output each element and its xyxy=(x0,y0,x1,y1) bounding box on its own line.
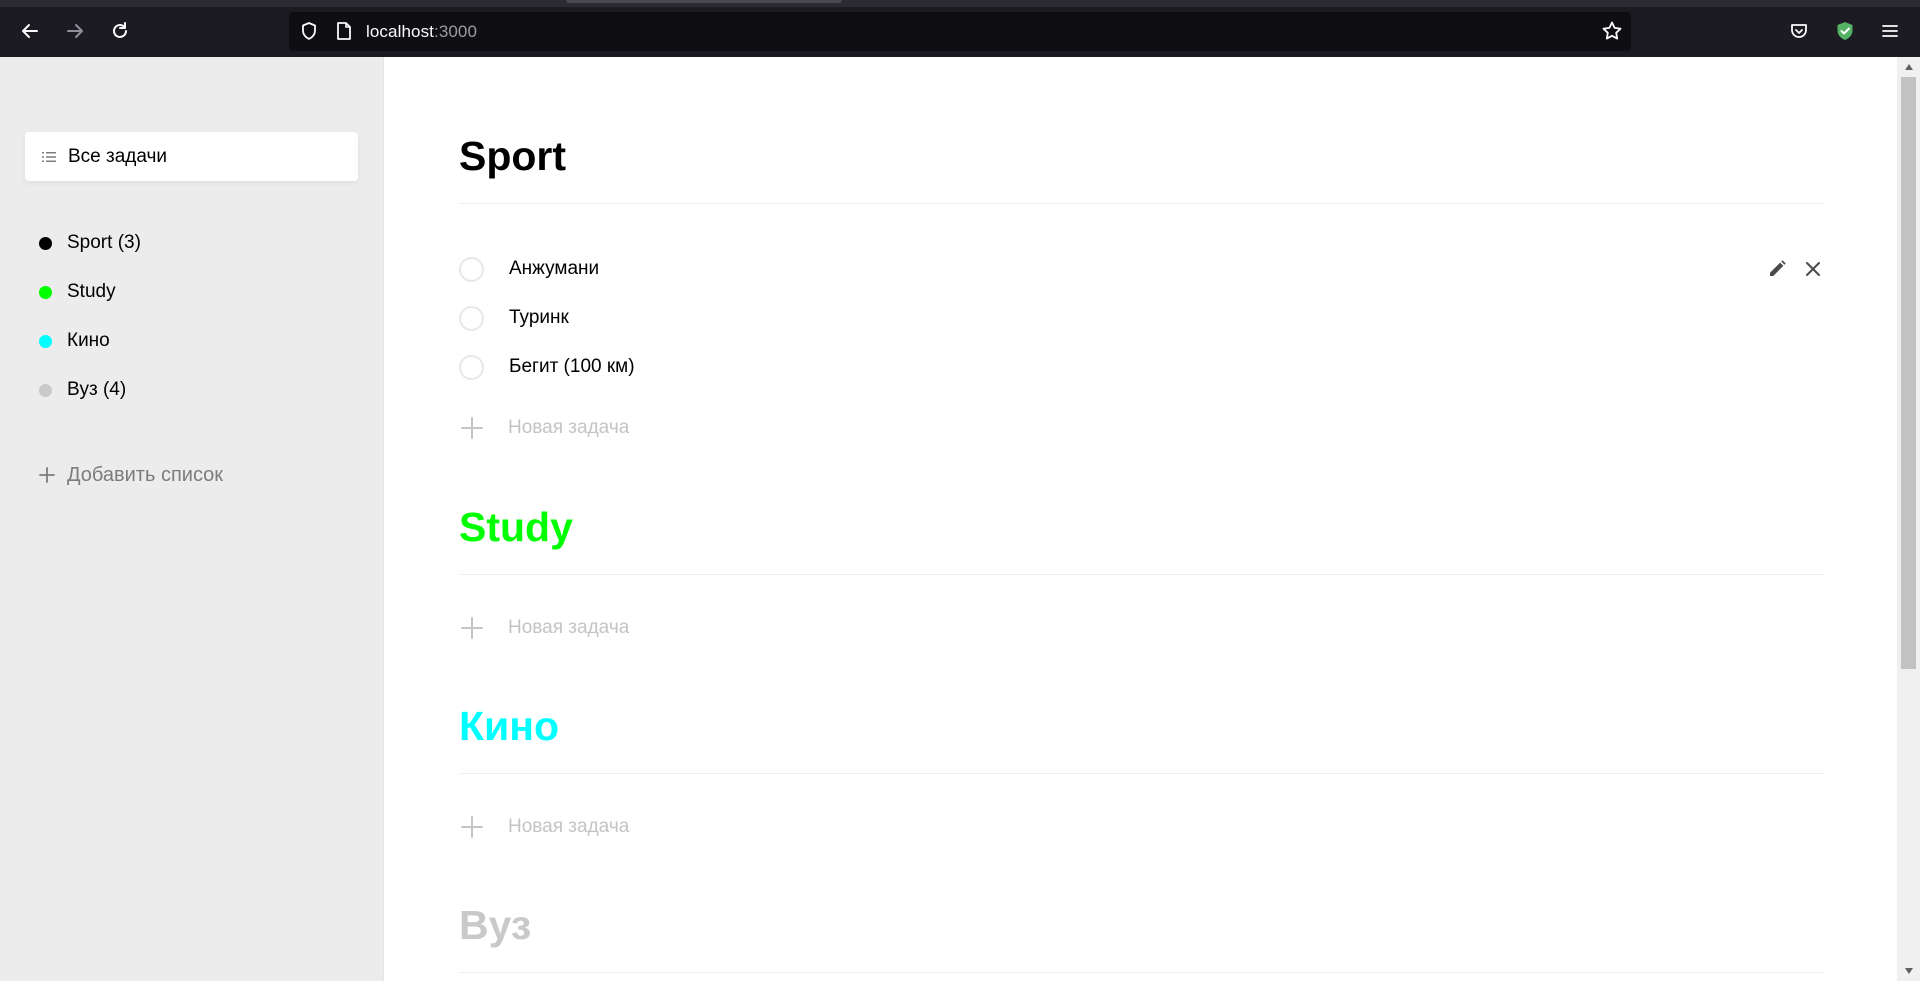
new-task-button[interactable]: Новая задача xyxy=(459,812,629,842)
all-tasks-button[interactable]: Все задачи xyxy=(25,132,358,181)
back-arrow-icon xyxy=(22,24,38,38)
reload-button[interactable] xyxy=(105,16,135,46)
section-title[interactable]: Кино xyxy=(459,701,1825,751)
task-text: Бегит (100 км) xyxy=(509,356,635,377)
new-task-label: Новая задача xyxy=(508,617,630,638)
pencil-icon xyxy=(1770,260,1786,276)
plus-icon xyxy=(461,617,483,639)
sidebar-item-label: Вуз (4) xyxy=(67,379,127,400)
tracking-protection-button[interactable] xyxy=(297,19,321,43)
active-tab-indicator[interactable] xyxy=(566,0,842,3)
browser-toolbar: localhost:3000 xyxy=(0,0,1920,57)
scroll-down-button[interactable] xyxy=(1897,961,1920,981)
new-task-button[interactable]: Новая задача xyxy=(459,613,629,643)
new-task-button[interactable]: Новая задача xyxy=(459,413,629,443)
page-scrollbar[interactable] xyxy=(1897,57,1920,981)
scroll-up-button[interactable] xyxy=(1897,57,1920,77)
list-color-dot xyxy=(39,383,52,397)
sidebar-item-vuz[interactable]: Вуз (4) xyxy=(39,375,126,405)
pocket-icon xyxy=(1791,24,1807,38)
page-info-button[interactable] xyxy=(332,19,356,43)
sidebar-item-label: Study xyxy=(67,281,116,302)
forward-arrow-icon xyxy=(67,24,83,38)
section-title[interactable]: Sport xyxy=(459,131,1825,181)
bookmark-star-icon xyxy=(1602,21,1622,40)
task-row[interactable]: Бегит (100 км) xyxy=(459,352,1825,382)
section-title[interactable]: Вуз xyxy=(459,900,1825,950)
section-divider xyxy=(459,773,1825,774)
shield-icon xyxy=(302,22,316,40)
sidebar-item-sport[interactable]: Sport (3) xyxy=(39,228,141,258)
edit-task-button[interactable] xyxy=(1765,257,1789,281)
main-content: Sport Анжумани Туринк Бегит (100 км) Нов… xyxy=(385,57,1897,981)
sidebar-item-label: Sport (3) xyxy=(67,232,141,253)
caret-down-icon xyxy=(1904,968,1913,974)
pocket-button[interactable] xyxy=(1787,19,1811,43)
caret-up-icon xyxy=(1904,64,1913,70)
task-checkbox[interactable] xyxy=(459,354,484,380)
section-divider xyxy=(459,972,1825,973)
list-color-dot xyxy=(39,334,52,348)
list-section-sport: Sport xyxy=(459,131,1825,204)
url-bar[interactable] xyxy=(289,12,1631,51)
plus-icon xyxy=(461,816,483,838)
list-color-dot xyxy=(39,285,52,299)
extension-button[interactable] xyxy=(1833,19,1857,43)
page-icon xyxy=(337,22,351,40)
sidebar-item-kino[interactable]: Кино xyxy=(39,326,110,356)
task-text: Туринк xyxy=(509,307,569,328)
back-button[interactable] xyxy=(15,16,45,46)
task-checkbox[interactable] xyxy=(459,305,484,331)
all-tasks-label: Все задачи xyxy=(68,145,168,167)
bookmark-button[interactable] xyxy=(1600,19,1624,43)
list-section-study: Study xyxy=(459,502,1825,575)
sidebar-item-label: Кино xyxy=(67,330,110,351)
section-title[interactable]: Study xyxy=(459,502,1825,552)
new-task-label: Новая задача xyxy=(508,417,630,438)
section-divider xyxy=(459,203,1825,204)
sidebar: Все задачи Sport (3) Study Кино Вуз (4) … xyxy=(0,57,384,981)
task-text: Анжумани xyxy=(509,258,600,279)
task-row[interactable]: Анжумани xyxy=(459,254,1825,284)
reload-icon xyxy=(113,22,127,38)
list-color-dot xyxy=(39,236,52,250)
tab-strip xyxy=(0,0,1920,7)
url-text[interactable]: localhost:3000 xyxy=(366,22,477,42)
list-icon xyxy=(42,151,56,162)
new-task-label: Новая задача xyxy=(508,816,630,837)
task-checkbox[interactable] xyxy=(459,256,484,282)
scrollbar-thumb[interactable] xyxy=(1901,77,1916,669)
close-icon xyxy=(1806,262,1820,276)
plus-icon xyxy=(39,467,55,483)
delete-task-button[interactable] xyxy=(1801,257,1825,281)
forward-button[interactable] xyxy=(60,16,90,46)
add-list-button[interactable]: Добавить список xyxy=(39,460,223,490)
list-section-vuz: Вуз xyxy=(459,900,1825,973)
sidebar-item-study[interactable]: Study xyxy=(39,277,116,307)
shield-extension-icon xyxy=(1837,22,1853,40)
task-actions xyxy=(1765,257,1825,281)
add-list-label: Добавить список xyxy=(67,463,224,486)
hamburger-menu-icon xyxy=(1882,25,1898,37)
plus-icon xyxy=(461,417,483,439)
task-row[interactable]: Туринк xyxy=(459,303,1825,333)
list-section-kino: Кино xyxy=(459,701,1825,774)
menu-button[interactable] xyxy=(1878,19,1902,43)
section-divider xyxy=(459,574,1825,575)
